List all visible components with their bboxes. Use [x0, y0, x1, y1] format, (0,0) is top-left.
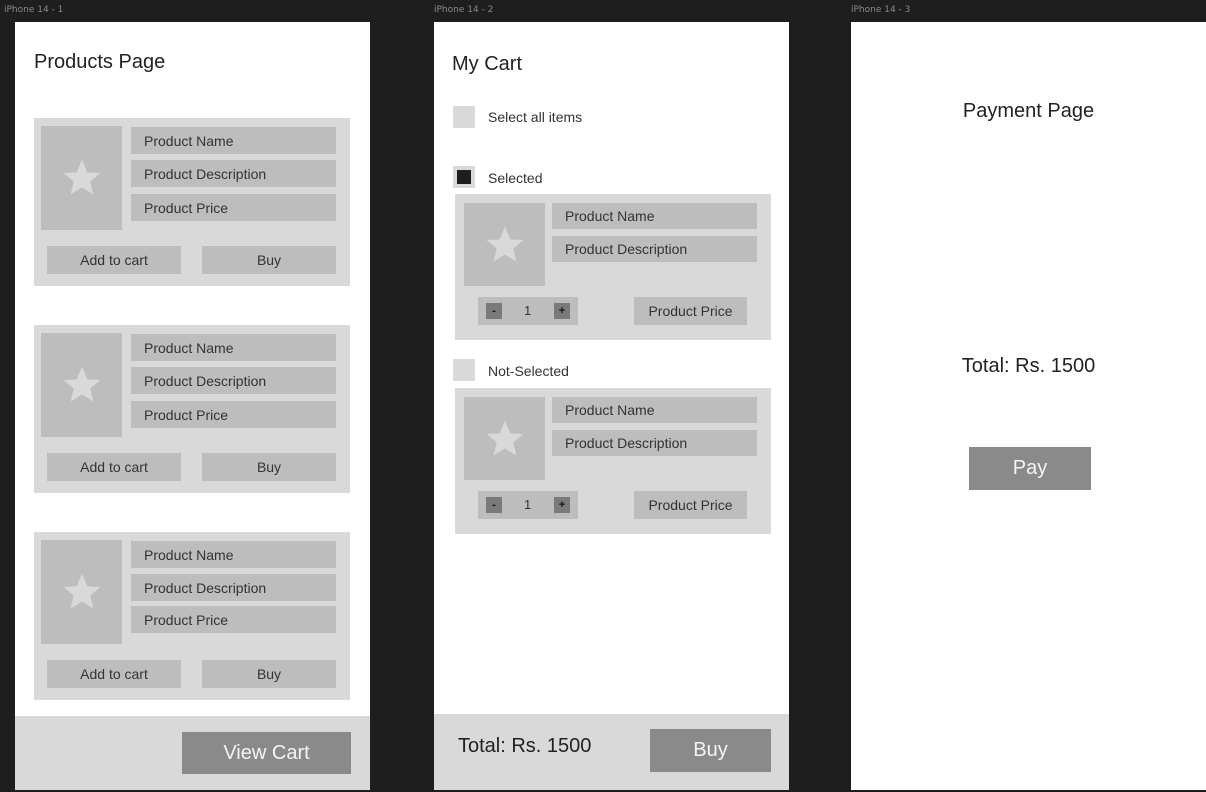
product-price: Product Price: [131, 194, 336, 221]
product-card: Product Name Product Description Product…: [34, 118, 350, 286]
add-to-cart-button[interactable]: Add to cart: [47, 246, 181, 274]
star-icon: [63, 366, 100, 402]
buy-button[interactable]: Buy: [202, 660, 336, 688]
product-card: Product Name Product Description Product…: [34, 532, 350, 700]
select-all-checkbox[interactable]: [453, 106, 475, 128]
add-to-cart-button[interactable]: Add to cart: [47, 453, 181, 481]
quantity-stepper: - 1 +: [478, 297, 578, 325]
product-name: Product Name: [552, 203, 757, 229]
product-description: Product Description: [131, 367, 336, 394]
bottom-bar: Total: Rs. 1500 Buy: [434, 714, 789, 790]
page-title: Products Page: [34, 51, 166, 73]
add-to-cart-button[interactable]: Add to cart: [47, 660, 181, 688]
item-checkbox-unselected[interactable]: [453, 359, 475, 381]
decrement-button[interactable]: -: [486, 303, 502, 319]
select-all-label: Select all items: [488, 109, 583, 125]
star-icon: [63, 573, 100, 609]
product-price: Product Price: [131, 401, 336, 428]
product-price: Product Price: [634, 491, 747, 519]
product-card: Product Name Product Description Product…: [34, 325, 350, 493]
payment-page-frame: Payment Page Total: Rs. 1500 Pay: [851, 22, 1206, 790]
product-description: Product Description: [552, 236, 757, 262]
item-checkbox-selected[interactable]: [453, 166, 475, 188]
product-description: Product Description: [131, 574, 336, 601]
buy-button[interactable]: Buy: [202, 453, 336, 481]
product-image: [464, 203, 545, 286]
page-title: My Cart: [452, 53, 522, 75]
product-description: Product Description: [131, 160, 336, 187]
star-icon: [63, 159, 100, 195]
frame-label-1: iPhone 14 - 1: [4, 5, 64, 15]
products-page-frame: Products Page Product Name Product Descr…: [15, 22, 370, 790]
frame-label-3: iPhone 14 - 3: [851, 5, 911, 15]
product-image: [464, 397, 545, 480]
decrement-button[interactable]: -: [486, 497, 502, 513]
quantity-stepper: - 1 +: [478, 491, 578, 519]
cart-item-card: Product Name Product Description - 1 + P…: [455, 194, 771, 340]
product-name: Product Name: [131, 127, 336, 154]
page-title: Payment Page: [962, 100, 1095, 122]
product-image: [41, 333, 122, 437]
cart-item-card: Product Name Product Description - 1 + P…: [455, 388, 771, 534]
quantity-value: 1: [524, 303, 532, 318]
product-name: Product Name: [131, 541, 336, 568]
bottom-bar: View Cart: [15, 716, 370, 790]
product-price: Product Price: [131, 606, 336, 633]
product-image: [41, 540, 122, 644]
item-status-label: Not-Selected: [488, 363, 569, 379]
quantity-value: 1: [524, 497, 532, 512]
product-description: Product Description: [552, 430, 757, 456]
product-image: [41, 126, 122, 230]
product-price: Product Price: [634, 297, 747, 325]
product-name: Product Name: [131, 334, 336, 361]
view-cart-button[interactable]: View Cart: [182, 732, 351, 774]
increment-button[interactable]: +: [554, 303, 570, 319]
item-status-label: Selected: [488, 170, 543, 186]
cart-total: Total: Rs. 1500: [458, 735, 592, 757]
pay-button[interactable]: Pay: [969, 447, 1091, 490]
frame-label-2: iPhone 14 - 2: [434, 5, 494, 15]
buy-button[interactable]: Buy: [202, 246, 336, 274]
product-name: Product Name: [552, 397, 757, 423]
buy-button[interactable]: Buy: [650, 729, 771, 772]
increment-button[interactable]: +: [554, 497, 570, 513]
star-icon: [486, 226, 523, 261]
cart-page-frame: My Cart Select all items Selected Produc…: [434, 22, 789, 790]
star-icon: [486, 420, 523, 455]
payment-total: Total: Rs. 1500: [961, 355, 1096, 377]
